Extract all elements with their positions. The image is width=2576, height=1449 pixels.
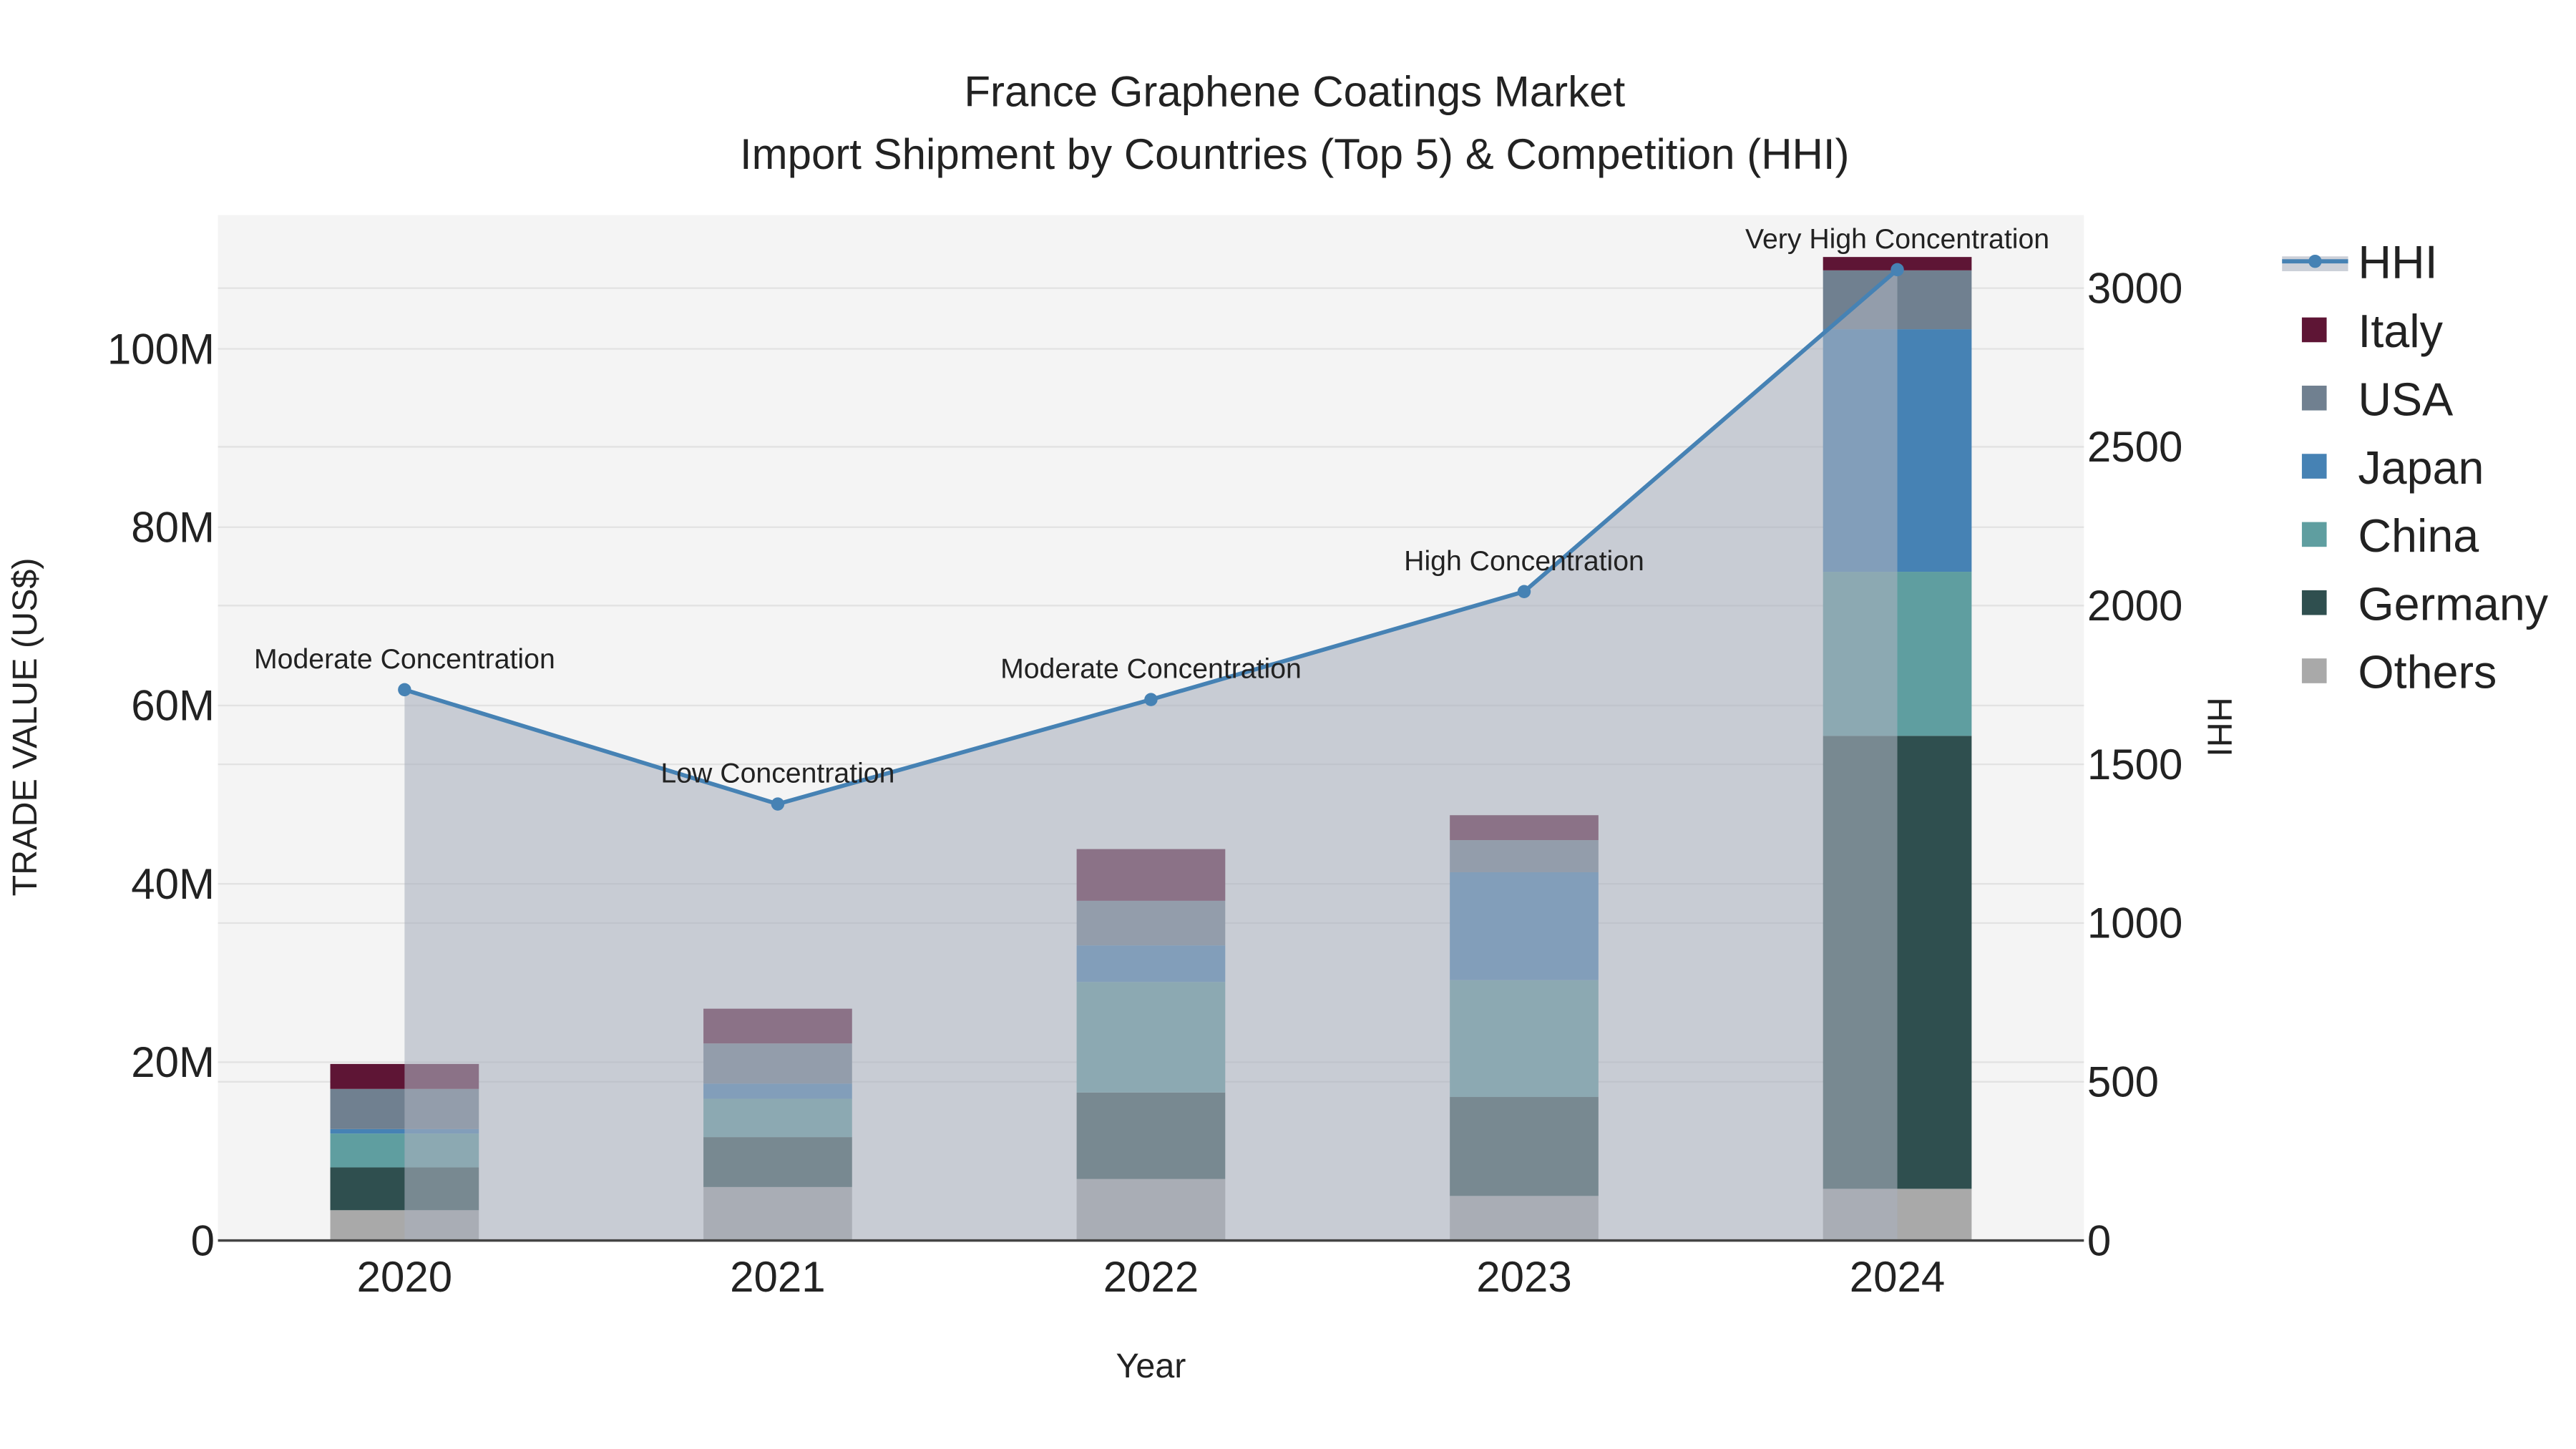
legend: HHI Italy USA Japan China Germany Others	[2282, 236, 2549, 698]
y2-tick-label: 3000	[2087, 264, 2182, 312]
legend-label: Japan	[2358, 442, 2484, 494]
legend-label: Italy	[2358, 306, 2443, 357]
legend-label: USA	[2358, 374, 2453, 426]
hhi-point	[1144, 693, 1158, 706]
y2-tick-label: 1500	[2087, 741, 2182, 789]
legend-swatch-germany	[2301, 590, 2327, 615]
x-tick-label: 2021	[730, 1253, 825, 1301]
y-tick-label: 60M	[131, 682, 215, 730]
chart-title: France Graphene Coatings Market	[964, 67, 1625, 115]
y-tick-label: 100M	[107, 325, 215, 373]
y-tick-label: 80M	[131, 504, 215, 552]
legend-swatch-italy	[2301, 317, 2327, 343]
y-tick-label: 0	[191, 1216, 215, 1264]
hhi-annotation: Very High Concentration	[1745, 223, 2049, 255]
y-axis-label: TRADE VALUE (US$)	[6, 557, 44, 896]
y-tick-label: 20M	[131, 1038, 215, 1086]
hhi-annotation: Low Concentration	[660, 758, 894, 789]
hhi-point	[1890, 263, 1904, 277]
y2-tick-label: 0	[2087, 1216, 2111, 1264]
x-tick-label: 2024	[1850, 1253, 1945, 1301]
legend-swatch-others	[2301, 658, 2327, 683]
y2-tick-label: 2500	[2087, 423, 2182, 471]
hhi-point	[398, 683, 411, 697]
x-tick-label: 2022	[1103, 1253, 1199, 1301]
legend-label: HHI	[2358, 236, 2437, 288]
chart-subtitle: Import Shipment by Countries (Top 5) & C…	[740, 130, 1850, 178]
hhi-point	[1517, 585, 1531, 599]
hhi-annotation: High Concentration	[1404, 545, 1644, 577]
legend-label: Others	[2358, 647, 2497, 698]
y2-axis-label: HHI	[2200, 697, 2238, 756]
y2-tick-label: 500	[2087, 1058, 2159, 1106]
legend-swatch-china	[2301, 522, 2327, 547]
y-tick-label: 40M	[131, 860, 215, 908]
legend-label: Germany	[2358, 578, 2548, 630]
x-axis-label: Year	[1116, 1347, 1186, 1385]
legend-hhi-marker	[2308, 254, 2322, 268]
legend-swatch-usa	[2301, 385, 2327, 411]
y2-tick-label: 1000	[2087, 899, 2182, 947]
legend-swatch-japan	[2301, 454, 2327, 479]
x-tick-label: 2020	[357, 1253, 452, 1301]
hhi-annotation: Moderate Concentration	[1000, 653, 1302, 685]
legend-label: China	[2358, 510, 2479, 562]
hhi-point	[771, 797, 785, 811]
chart: France Graphene Coatings Market Import S…	[6, 67, 2549, 1385]
y2-tick-label: 2000	[2087, 582, 2182, 630]
x-tick-label: 2023	[1476, 1253, 1571, 1301]
hhi-annotation: Moderate Concentration	[254, 643, 555, 675]
